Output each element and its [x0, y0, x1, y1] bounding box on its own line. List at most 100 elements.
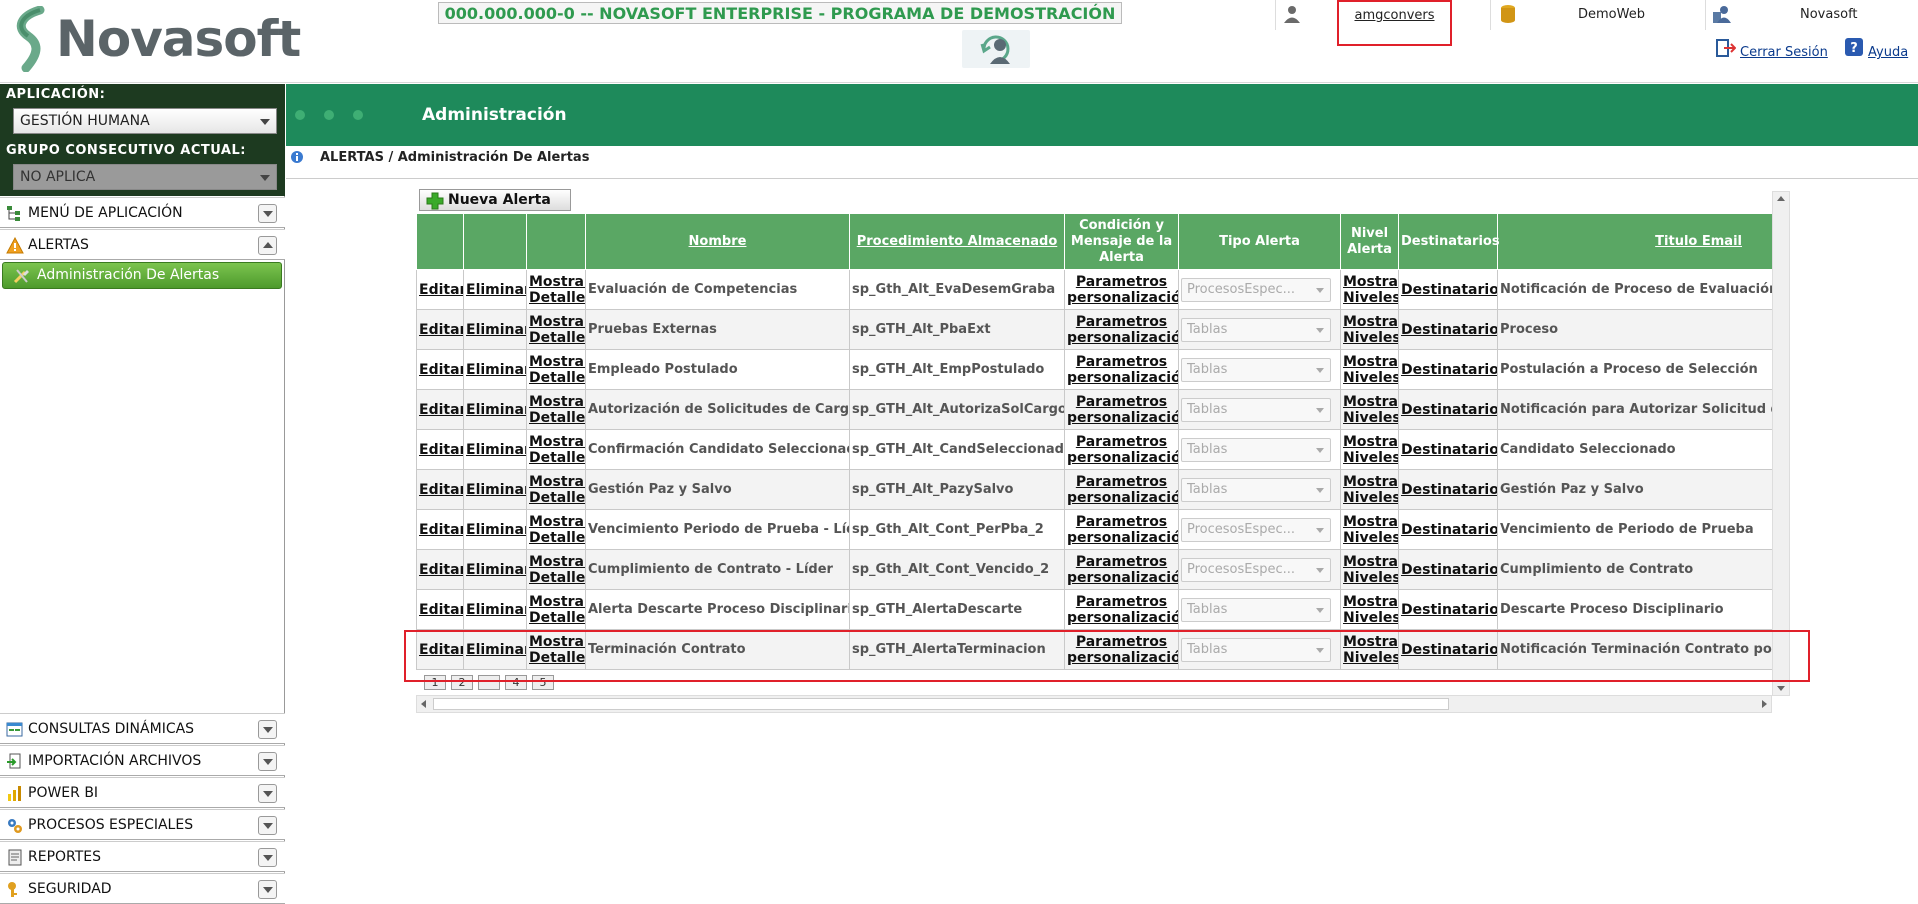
- show-levels-link[interactable]: Mostrar Niveles: [1340, 269, 1399, 310]
- show-detail-link[interactable]: Mostrar Detalle: [526, 469, 586, 510]
- procesos-especiales-header[interactable]: PROCESOS ESPECIALES: [0, 809, 285, 840]
- horizontal-scrollbar[interactable]: [416, 695, 1772, 713]
- alert-type-select[interactable]: Tablas: [1181, 317, 1331, 342]
- expand-toggle[interactable]: [258, 204, 277, 223]
- page-link[interactable]: 2: [451, 675, 473, 690]
- group-select[interactable]: NO APLICA: [13, 164, 277, 190]
- recipients-link[interactable]: Destinatarios: [1398, 589, 1498, 630]
- alertas-header[interactable]: ALERTAS: [0, 229, 285, 260]
- delete-link[interactable]: Eliminar: [463, 349, 527, 390]
- edit-link[interactable]: Editar: [416, 309, 464, 350]
- reportes-header[interactable]: REPORTES: [0, 841, 285, 872]
- params-link[interactable]: Parametros personalización: [1064, 349, 1179, 390]
- vertical-scrollbar[interactable]: [1772, 191, 1790, 696]
- alert-type-select[interactable]: Tablas: [1181, 597, 1331, 622]
- expand-toggle[interactable]: [258, 880, 277, 899]
- importacion-archivos-header[interactable]: IMPORTACIÓN ARCHIVOS: [0, 745, 285, 776]
- edit-link[interactable]: Editar: [416, 469, 464, 510]
- username-link[interactable]: amgconvers: [1339, 8, 1450, 23]
- page-link-current[interactable]: 3: [478, 675, 500, 690]
- alert-type-select[interactable]: Tablas: [1181, 437, 1331, 462]
- scroll-down-icon[interactable]: [1777, 686, 1785, 691]
- show-levels-link[interactable]: Mostrar Niveles: [1340, 469, 1399, 510]
- delete-link[interactable]: Eliminar: [463, 269, 527, 310]
- scroll-right-icon[interactable]: [1762, 700, 1767, 708]
- params-link[interactable]: Parametros personalización: [1064, 589, 1179, 630]
- edit-link[interactable]: Editar: [416, 349, 464, 390]
- show-detail-link[interactable]: Mostrar Detalle: [526, 509, 586, 550]
- edit-link[interactable]: Editar: [416, 509, 464, 550]
- show-detail-link[interactable]: Mostrar Detalle: [526, 429, 586, 470]
- edit-link[interactable]: Editar: [416, 589, 464, 630]
- recipients-link[interactable]: Destinatarios: [1398, 269, 1498, 310]
- page-link[interactable]: 5: [532, 675, 554, 690]
- params-link[interactable]: Parametros personalización: [1064, 509, 1179, 550]
- expand-toggle[interactable]: [258, 752, 277, 771]
- recipients-link[interactable]: Destinatarios: [1398, 469, 1498, 510]
- show-levels-link[interactable]: Mostrar Niveles: [1340, 309, 1399, 350]
- expand-toggle[interactable]: [258, 720, 277, 739]
- params-link[interactable]: Parametros personalización: [1064, 269, 1179, 310]
- recipients-link[interactable]: Destinatarios: [1398, 309, 1498, 350]
- params-link[interactable]: Parametros personalización: [1064, 629, 1179, 670]
- delete-link[interactable]: Eliminar: [463, 309, 527, 350]
- page-link[interactable]: 1: [424, 675, 446, 690]
- edit-link[interactable]: Editar: [416, 429, 464, 470]
- application-select[interactable]: GESTIÓN HUMANA: [13, 108, 277, 134]
- consultas-dinamicas-header[interactable]: CONSULTAS DINÁMICAS: [0, 713, 285, 744]
- new-alert-button[interactable]: Nueva Alerta: [419, 189, 571, 211]
- power-bi-header[interactable]: POWER BI: [0, 777, 285, 808]
- show-detail-link[interactable]: Mostrar Detalle: [526, 389, 586, 430]
- delete-link[interactable]: Eliminar: [463, 629, 527, 670]
- sort-procedimiento-link[interactable]: Procedimiento Almacenado: [857, 234, 1058, 249]
- edit-link[interactable]: Editar: [416, 629, 464, 670]
- logout-link[interactable]: Cerrar Sesión: [1740, 45, 1828, 60]
- show-levels-link[interactable]: Mostrar Niveles: [1340, 549, 1399, 590]
- recipients-link[interactable]: Destinatarios: [1398, 429, 1498, 470]
- delete-link[interactable]: Eliminar: [463, 509, 527, 550]
- alert-type-select[interactable]: ProcesosEspec...: [1181, 517, 1331, 542]
- show-detail-link[interactable]: Mostrar Detalle: [526, 629, 586, 670]
- sort-nombre-link[interactable]: Nombre: [689, 234, 747, 249]
- delete-link[interactable]: Eliminar: [463, 589, 527, 630]
- edit-link[interactable]: Editar: [416, 269, 464, 310]
- params-link[interactable]: Parametros personalización: [1064, 469, 1179, 510]
- edit-link[interactable]: Editar: [416, 389, 464, 430]
- show-levels-link[interactable]: Mostrar Niveles: [1340, 389, 1399, 430]
- page-link[interactable]: 4: [505, 675, 527, 690]
- recipients-link[interactable]: Destinatarios: [1398, 389, 1498, 430]
- expand-toggle[interactable]: [258, 848, 277, 867]
- seguridad-header[interactable]: SEGURIDAD: [0, 873, 285, 904]
- recipients-link[interactable]: Destinatarios: [1398, 509, 1498, 550]
- alert-type-select[interactable]: Tablas: [1181, 357, 1331, 382]
- show-levels-link[interactable]: Mostrar Niveles: [1340, 429, 1399, 470]
- recipients-link[interactable]: Destinatarios: [1398, 629, 1498, 670]
- delete-link[interactable]: Eliminar: [463, 469, 527, 510]
- show-detail-link[interactable]: Mostrar Detalle: [526, 549, 586, 590]
- show-levels-link[interactable]: Mostrar Niveles: [1340, 589, 1399, 630]
- params-link[interactable]: Parametros personalización: [1064, 549, 1179, 590]
- show-detail-link[interactable]: Mostrar Detalle: [526, 269, 586, 310]
- show-detail-link[interactable]: Mostrar Detalle: [526, 349, 586, 390]
- sidebar-item-administracion-alertas[interactable]: Administración De Alertas: [2, 262, 282, 289]
- show-detail-link[interactable]: Mostrar Detalle: [526, 589, 586, 630]
- show-levels-link[interactable]: Mostrar Niveles: [1340, 509, 1399, 550]
- params-link[interactable]: Parametros personalización: [1064, 429, 1179, 470]
- scroll-up-icon[interactable]: [1777, 196, 1785, 201]
- recipients-link[interactable]: Destinatarios: [1398, 549, 1498, 590]
- edit-link[interactable]: Editar: [416, 549, 464, 590]
- recipients-link[interactable]: Destinatarios: [1398, 349, 1498, 390]
- params-link[interactable]: Parametros personalización: [1064, 389, 1179, 430]
- show-detail-link[interactable]: Mostrar Detalle: [526, 309, 586, 350]
- alert-type-select[interactable]: Tablas: [1181, 477, 1331, 502]
- delete-link[interactable]: Eliminar: [463, 549, 527, 590]
- scroll-thumb[interactable]: [433, 698, 1449, 710]
- alert-type-select[interactable]: Tablas: [1181, 637, 1331, 662]
- help-link[interactable]: Ayuda: [1868, 45, 1908, 60]
- expand-toggle[interactable]: [258, 784, 277, 803]
- refresh-user-button[interactable]: [962, 30, 1030, 68]
- show-levels-link[interactable]: Mostrar Niveles: [1340, 629, 1399, 670]
- col-header-nombre[interactable]: Nombre: [585, 213, 850, 270]
- show-levels-link[interactable]: Mostrar Niveles: [1340, 349, 1399, 390]
- sort-titulo-link[interactable]: Titulo Email: [1655, 234, 1742, 249]
